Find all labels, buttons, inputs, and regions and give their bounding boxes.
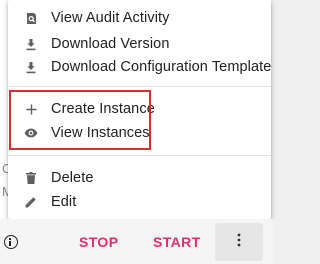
menu-item-label: Download Version (51, 36, 170, 52)
download-icon (24, 60, 38, 74)
more-vertical-icon (237, 233, 241, 252)
menu-divider (8, 86, 271, 87)
more-options-button[interactable] (215, 223, 263, 261)
card-actions-bar: STOP START (0, 219, 273, 264)
menu-item-label: Download Configuration Template (51, 59, 272, 75)
stop-button[interactable]: STOP (79, 234, 118, 250)
menu-item-label: Delete (51, 170, 94, 186)
menu-item-create-instance[interactable]: Create Instance (8, 97, 271, 121)
menu-item-label: Edit (51, 194, 77, 210)
menu-item-edit[interactable]: Edit (8, 190, 271, 214)
menu-item-view-audit-activity[interactable]: View Audit Activity (8, 6, 271, 30)
menu-divider (8, 155, 271, 156)
menu-item-label: View Instances (51, 125, 150, 141)
audit-search-icon (24, 11, 38, 25)
overflow-menu: View Audit Activity Download Version Dow… (8, 0, 271, 219)
trash-icon (24, 171, 38, 185)
menu-item-download-version[interactable]: Download Version (8, 32, 271, 56)
download-icon (24, 37, 38, 51)
menu-item-label: View Audit Activity (51, 10, 170, 26)
start-button[interactable]: START (153, 234, 201, 250)
menu-item-delete[interactable]: Delete (8, 166, 271, 190)
info-icon[interactable] (4, 235, 18, 249)
pencil-icon (24, 195, 38, 209)
menu-item-label: Create Instance (51, 101, 155, 117)
menu-item-view-instances[interactable]: View Instances (8, 121, 271, 145)
menu-item-download-configuration-template[interactable]: Download Configuration Template (8, 55, 271, 79)
plus-icon (24, 102, 38, 116)
eye-icon (24, 126, 38, 140)
